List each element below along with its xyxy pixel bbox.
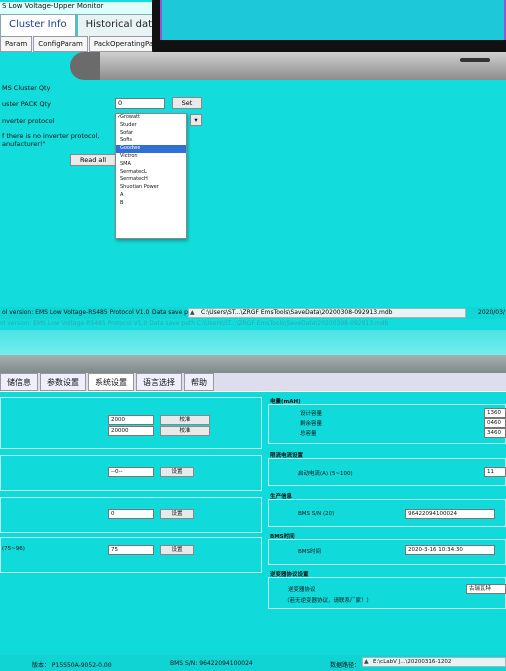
screen-reflection: [0, 330, 506, 355]
bms-sn-value: 96422094100024: [405, 509, 495, 519]
remain-capacity-value: 0460: [484, 418, 506, 428]
note-line-1: f there is no inverter protocol,: [2, 132, 100, 140]
bms-sn-label: BMS S/N (20): [298, 511, 335, 517]
tab-cluster-info[interactable]: Cluster Info: [0, 14, 76, 36]
calibrate-button-1[interactable]: 校准: [160, 415, 210, 425]
protocol-option[interactable]: Victron: [116, 153, 186, 161]
screenshot-collage: S Low Voltage-Upper Monitor Cluster Info…: [0, 0, 506, 671]
set-button[interactable]: Set: [172, 97, 202, 109]
sub-tabs: Param ConfigParam PackOperatingPara: [0, 36, 170, 52]
pack-qty-label: uster PACK Qty: [2, 100, 52, 108]
design-capacity-label: 设计容量: [300, 411, 323, 417]
monitor-screen: [160, 0, 506, 40]
setting-select[interactable]: --0--: [108, 467, 154, 477]
protocol-option[interactable]: Sofis: [116, 137, 186, 145]
chinese-monitor-window: 储信息 参数设置 系统设置 语言选择 帮助 2000 校准 20000 校准 -…: [0, 355, 506, 671]
dropdown-arrow-button[interactable]: ▾: [190, 114, 202, 126]
full-capacity-value: 3460: [484, 428, 506, 438]
protocol-option[interactable]: B: [116, 200, 186, 208]
save-path-text: C:\Users\ST...\ZRGF EmsTools\SaveData\20…: [201, 309, 393, 316]
set-button-3[interactable]: 设置: [160, 545, 194, 555]
cluster-qty-label: MS Cluster Qty: [2, 84, 51, 92]
full-capacity-label: 总容量: [300, 431, 317, 437]
save-path-field[interactable]: ▲ C:\Users\ST...\ZRGF EmsTools\SaveData\…: [188, 308, 466, 318]
main-tabs: 储信息 参数设置 系统设置 语言选择 帮助: [0, 373, 506, 391]
pack-qty-input[interactable]: 0: [115, 98, 165, 109]
tab-param-settings[interactable]: 参数设置: [40, 373, 86, 391]
setting-value-input[interactable]: 0: [108, 509, 154, 519]
protocol-version-text: ol version: EMS Low Voltage-RS485 Protoc…: [2, 309, 150, 316]
title-bar: [0, 355, 506, 373]
subtab-configparam[interactable]: ConfigParam: [33, 36, 88, 52]
tab-storage-info[interactable]: 储信息: [0, 373, 38, 391]
protocol-option[interactable]: SermatecH: [116, 176, 186, 184]
tab-underline: [0, 391, 506, 392]
tab-language[interactable]: 语言选择: [136, 373, 182, 391]
bms-time-value: 2020-3-16 10:34:30: [405, 545, 495, 555]
data-path-field[interactable]: ▲ E:\cLabV J...\20200316-1202: [362, 657, 506, 667]
calibration-value-1[interactable]: 2000: [108, 415, 154, 425]
protocol-option[interactable]: A: [116, 192, 186, 200]
window-title: S Low Voltage-Upper Monitor: [0, 2, 160, 14]
subtab-param[interactable]: Param: [0, 36, 33, 52]
design-capacity-value: 1360: [484, 408, 506, 418]
bms-sn-status-text: BMS S/N: 96422094100024: [170, 660, 253, 667]
read-all-button[interactable]: Read all: [70, 154, 116, 166]
data-path-label: 数据路径：: [330, 662, 361, 669]
folder-icon: ▲: [190, 309, 195, 316]
folder-icon: ▲: [364, 658, 369, 665]
start-current-input[interactable]: 11: [484, 467, 506, 477]
calibrate-button-2[interactable]: 校准: [160, 426, 210, 436]
monitor-stand: [70, 52, 506, 80]
range-value-input[interactable]: 75: [108, 545, 154, 555]
protocol-option[interactable]: SermatecL: [116, 169, 186, 177]
protocol-option[interactable]: Shuotian Power: [116, 184, 186, 192]
monitor-bezel: [152, 0, 506, 56]
inverter-protocol-label: 逆变器协议: [288, 587, 316, 593]
note-line-2: anufacturer!": [2, 140, 46, 148]
data-path-text: E:\cLabV J...\20200316-1202: [373, 659, 452, 665]
firmware-version-text: 版本： P15S50A-9052-0.00: [32, 662, 112, 669]
protocol-option[interactable]: Growatt: [116, 114, 186, 122]
range-label: (75~96): [2, 546, 25, 552]
inverter-protocol-note: （若无逆变器协议，请联系厂家！）: [284, 598, 373, 604]
status-date: 2020/03/: [478, 309, 505, 316]
protocol-dropdown-list[interactable]: Growatt Studer Sofar Sofis Goodwe Victro…: [115, 113, 187, 239]
tab-system-settings[interactable]: 系统设置: [88, 373, 134, 391]
calibration-value-2[interactable]: 20000: [108, 426, 154, 436]
inverter-protocol-select[interactable]: 古瑞瓦特: [466, 584, 506, 594]
protocol-option[interactable]: Studer: [116, 122, 186, 130]
set-button-1[interactable]: 设置: [160, 467, 194, 477]
inverter-protocol-label: nverter protocol: [2, 117, 55, 125]
protocol-option-highlighted[interactable]: Goodwe: [116, 145, 186, 153]
start-current-label: 启动电流(A) (5~100): [298, 471, 353, 477]
monitor-notch: [460, 58, 490, 62]
left-panel-range: [0, 537, 262, 573]
protocol-option[interactable]: Sofar: [116, 130, 186, 138]
protocol-option[interactable]: SMA: [116, 161, 186, 169]
bms-time-label: BMS时间: [298, 549, 322, 555]
set-button-2[interactable]: 设置: [160, 509, 194, 519]
reflected-status-text: ol version: EMS Low Voltage-RS485 Protoc…: [0, 320, 389, 327]
english-monitor-window: S Low Voltage-Upper Monitor Cluster Info…: [0, 0, 506, 355]
tab-help[interactable]: 帮助: [184, 373, 214, 391]
remain-capacity-label: 剩余容量: [300, 421, 323, 427]
